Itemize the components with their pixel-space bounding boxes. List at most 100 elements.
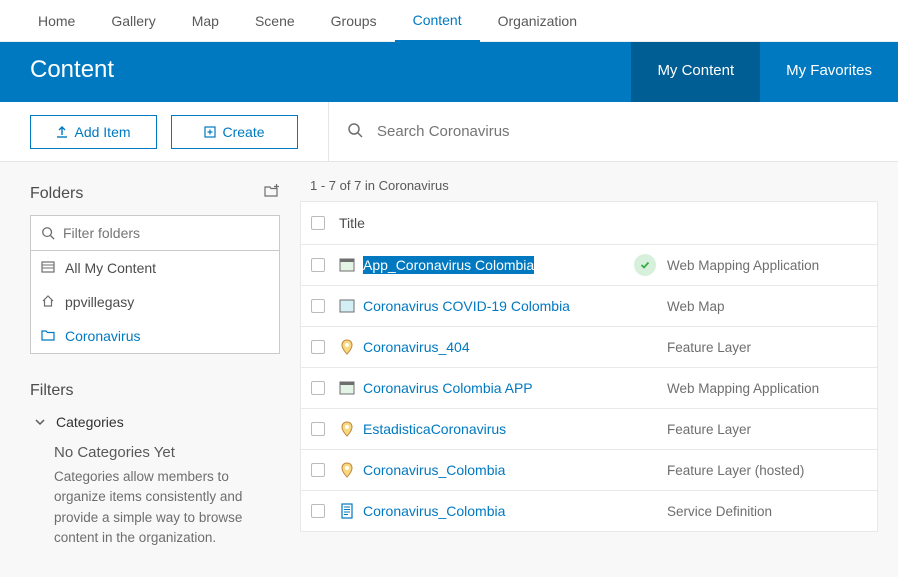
header-tab-my-content[interactable]: My Content: [631, 42, 760, 102]
row-checkbox[interactable]: [311, 340, 325, 354]
page-title: Content: [0, 42, 631, 102]
service-icon: [339, 503, 355, 519]
action-left: Add Item Create: [0, 115, 328, 149]
table-row: Coronavirus_ColombiaService Definition: [300, 491, 878, 532]
no-categories: No Categories Yet: [30, 444, 280, 461]
header-check-cell: [301, 216, 335, 230]
row-check-cell: [301, 422, 335, 436]
folders-title-row: Folders: [30, 184, 280, 203]
item-title-link[interactable]: Coronavirus_Colombia: [363, 503, 505, 519]
drawer-icon: [41, 260, 55, 276]
row-type-cell: Feature Layer (hosted): [667, 463, 877, 478]
row-type-cell: Web Map: [667, 299, 877, 314]
result-count: 1 - 7 of 7 in Coronavirus: [300, 178, 878, 193]
categories-toggle[interactable]: Categories: [30, 414, 280, 430]
item-title-link[interactable]: Coronavirus_404: [363, 339, 470, 355]
upload-icon: [56, 126, 68, 138]
plus-box-icon: [204, 126, 216, 138]
new-folder-icon[interactable]: [264, 184, 280, 203]
row-type-cell: Web Mapping Application: [667, 258, 877, 273]
row-check-cell: [301, 299, 335, 313]
table-body: App_Coronavirus Colombia Web Mapping Appl…: [300, 245, 878, 532]
folder-label: ppvillegasy: [65, 294, 134, 310]
row-checkbox[interactable]: [311, 504, 325, 518]
header-band: Content My ContentMy Favorites: [0, 42, 898, 102]
filters-section: Filters Categories No Categories Yet Cat…: [30, 382, 280, 548]
item-title-link[interactable]: Coronavirus COVID-19 Colombia: [363, 298, 570, 314]
webmap-icon: [339, 298, 355, 314]
table-row: Coronavirus COVID-19 Colombia Web Map: [300, 286, 878, 327]
filter-folders-input[interactable]: [63, 225, 269, 241]
folder-all-my-content[interactable]: All My Content: [31, 251, 279, 285]
header-tab-my-favorites[interactable]: My Favorites: [760, 42, 898, 102]
sidebar: Folders All My Content ppvillegasy Coronav…: [0, 162, 300, 577]
folder-label: All My Content: [65, 260, 156, 276]
nav-home[interactable]: Home: [20, 0, 93, 42]
row-title-cell: Coronavirus COVID-19 Colombia: [335, 298, 623, 314]
header-title-cell[interactable]: Title: [335, 215, 623, 231]
nav-organization[interactable]: Organization: [480, 0, 595, 42]
filter-folders[interactable]: [30, 215, 280, 251]
feature-icon: [339, 462, 355, 478]
row-check-cell: [301, 504, 335, 518]
header-tabs: My ContentMy Favorites: [631, 42, 898, 102]
nav-gallery[interactable]: Gallery: [93, 0, 173, 42]
row-checkbox[interactable]: [311, 299, 325, 313]
row-check-cell: [301, 340, 335, 354]
create-button[interactable]: Create: [171, 115, 298, 149]
row-title-cell: EstadisticaCoronavirus: [335, 421, 623, 437]
row-checkbox[interactable]: [311, 258, 325, 272]
nav-groups[interactable]: Groups: [313, 0, 395, 42]
row-status-cell: [623, 254, 667, 276]
nav-scene[interactable]: Scene: [237, 0, 313, 42]
add-item-label: Add Item: [74, 124, 130, 140]
row-checkbox[interactable]: [311, 422, 325, 436]
top-nav: HomeGalleryMapSceneGroupsContentOrganiza…: [0, 0, 898, 42]
row-title-cell: Coronavirus Colombia APP: [335, 380, 623, 396]
action-row: Add Item Create: [0, 102, 898, 162]
header-title-label: Title: [339, 215, 365, 231]
home-icon: [41, 294, 55, 310]
status-ok-icon: [634, 254, 656, 276]
table-row: Coronavirus Colombia APPWeb Mapping Appl…: [300, 368, 878, 409]
main: Folders All My Content ppvillegasy Coronav…: [0, 162, 898, 577]
row-check-cell: [301, 463, 335, 477]
create-label: Create: [222, 124, 264, 140]
row-title-cell: Coronavirus_404: [335, 339, 623, 355]
item-title-link[interactable]: Coronavirus Colombia APP: [363, 380, 533, 396]
feature-icon: [339, 339, 355, 355]
add-item-button[interactable]: Add Item: [30, 115, 157, 149]
table-row: App_Coronavirus Colombia Web Mapping Appl…: [300, 245, 878, 286]
row-check-cell: [301, 381, 335, 395]
row-type-cell: Feature Layer: [667, 340, 877, 355]
row-checkbox[interactable]: [311, 381, 325, 395]
folder-coronavirus[interactable]: Coronavirus: [31, 319, 279, 353]
item-title-link[interactable]: EstadisticaCoronavirus: [363, 421, 506, 437]
table-row: Coronavirus_404 Feature Layer: [300, 327, 878, 368]
categories-label: Categories: [56, 414, 124, 430]
filters-title: Filters: [30, 382, 280, 400]
row-check-cell: [301, 258, 335, 272]
search-container: [328, 102, 898, 161]
row-type-cell: Feature Layer: [667, 422, 877, 437]
search-icon: [347, 122, 363, 141]
nav-map[interactable]: Map: [174, 0, 237, 42]
select-all-checkbox[interactable]: [311, 216, 325, 230]
row-checkbox[interactable]: [311, 463, 325, 477]
item-title-link[interactable]: App_Coronavirus Colombia: [363, 256, 534, 274]
row-title-cell: App_Coronavirus Colombia: [335, 256, 623, 274]
categories-desc: Categories allow members to organize ite…: [30, 467, 280, 548]
folder-ppvillegasy[interactable]: ppvillegasy: [31, 285, 279, 319]
feature-icon: [339, 421, 355, 437]
nav-content[interactable]: Content: [395, 0, 480, 42]
row-title-cell: Coronavirus_Colombia: [335, 462, 623, 478]
webapp-icon: [339, 380, 355, 396]
folders-title: Folders: [30, 185, 83, 203]
webapp-icon: [339, 257, 355, 273]
folder-list: All My Content ppvillegasy Coronavirus: [30, 251, 280, 354]
chevron-down-icon: [34, 416, 46, 428]
search-input[interactable]: [377, 123, 880, 140]
content-area: 1 - 7 of 7 in Coronavirus Title App_Coro…: [300, 162, 898, 577]
search-icon: [41, 226, 55, 240]
item-title-link[interactable]: Coronavirus_Colombia: [363, 462, 505, 478]
